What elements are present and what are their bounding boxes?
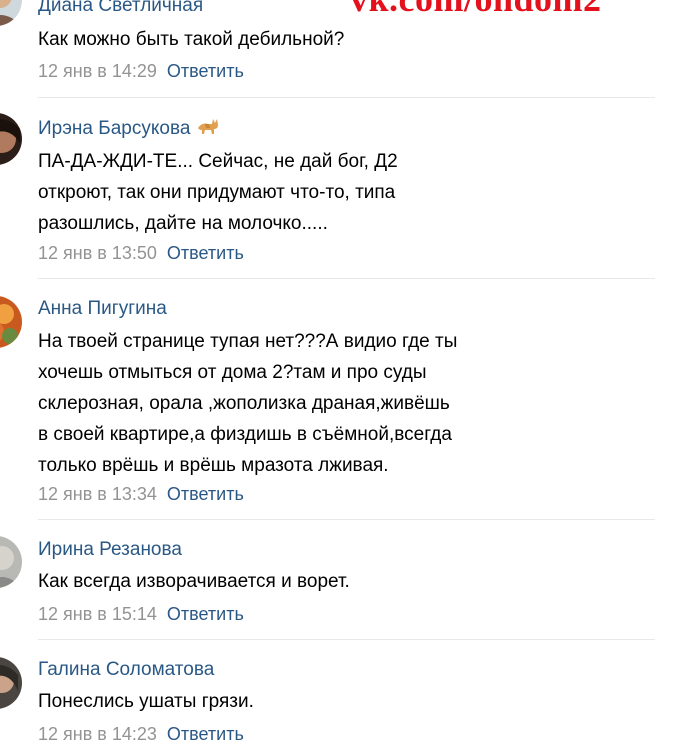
comment-author[interactable]: Галина Соломатова	[38, 658, 214, 682]
comment-date[interactable]: 12 янв в 13:50	[38, 243, 157, 263]
comment-text-line: откроют, так они придумают что-то, типа	[38, 182, 396, 203]
comment-text-line: Понеслись ушаты грязи.	[38, 691, 254, 712]
comment-text-line: только врёшь и врёшь мразота лживая.	[38, 455, 389, 476]
reply-link[interactable]: Ответить	[167, 243, 244, 263]
divider	[38, 519, 655, 520]
comment-text-line: ПА-ДА-ЖДИ-ТЕ... Сейчас, не дай бог, Д2	[38, 151, 398, 172]
reply-link[interactable]: Ответить	[167, 61, 244, 81]
comment-text: На твоей странице тупая нет???А видио гд…	[38, 326, 578, 481]
comment-meta: 12 янв в 13:50 Ответить	[38, 241, 244, 265]
comment-text-line: На твоей странице тупая нет???А видио гд…	[38, 331, 458, 352]
comment-date[interactable]: 12 янв в 14:23	[38, 724, 157, 744]
comment-author[interactable]: Анна Пигугина	[38, 297, 167, 321]
comment-text: ПА-ДА-ЖДИ-ТЕ... Сейчас, не дай бог, Д2 о…	[38, 146, 578, 239]
comment-text-line: разошлись, дайте на молочко.....	[38, 213, 328, 234]
comment-text-line: в своей квартире,а физдишь в съёмной,все…	[38, 424, 452, 445]
comment-text-line: хочешь отмыться от дома 2?там и про суды	[38, 362, 427, 383]
comment-text: Как можно быть такой дебильной?	[38, 24, 578, 55]
comment-text-line: Как всегда изворачивается и ворет.	[38, 571, 350, 592]
comment-text: Как всегда изворачивается и ворет.	[38, 566, 578, 597]
comment-date[interactable]: 12 янв в 14:29	[38, 61, 157, 81]
avatar[interactable]	[0, 657, 22, 709]
avatar[interactable]	[0, 0, 22, 26]
divider	[38, 639, 655, 640]
comment-author[interactable]: Ирэна Барсукова	[38, 116, 220, 143]
reply-link[interactable]: Ответить	[167, 484, 244, 504]
divider	[38, 97, 655, 98]
comment-meta: 12 янв в 14:23 Ответить	[38, 722, 244, 746]
comment-author[interactable]: Диана Светличная	[38, 0, 203, 18]
cat-emoji-icon	[196, 116, 220, 143]
comment-text-line: склерозная, орала ,жополизка драная,живё…	[38, 393, 450, 414]
comment-meta: 12 янв в 14:29 Ответить	[38, 59, 244, 83]
comment-author[interactable]: Ирина Резанова	[38, 538, 182, 562]
comment-text: Понеслись ушаты грязи.	[38, 686, 578, 717]
comment-meta: 12 янв в 15:14 Ответить	[38, 602, 244, 626]
comment-text-line: Как можно быть такой дебильной?	[38, 29, 345, 50]
divider	[38, 278, 655, 279]
avatar[interactable]	[0, 536, 22, 588]
comment-meta: 12 янв в 13:34 Ответить	[38, 482, 244, 506]
comment-date[interactable]: 12 янв в 15:14	[38, 604, 157, 624]
reply-link[interactable]: Ответить	[167, 604, 244, 624]
avatar[interactable]	[0, 296, 22, 348]
watermark: vk.com/ondom2	[350, 0, 602, 20]
comment-author-name[interactable]: Ирэна Барсукова	[38, 118, 190, 139]
avatar[interactable]	[0, 113, 22, 165]
comment-date[interactable]: 12 янв в 13:34	[38, 484, 157, 504]
reply-link[interactable]: Ответить	[167, 724, 244, 744]
